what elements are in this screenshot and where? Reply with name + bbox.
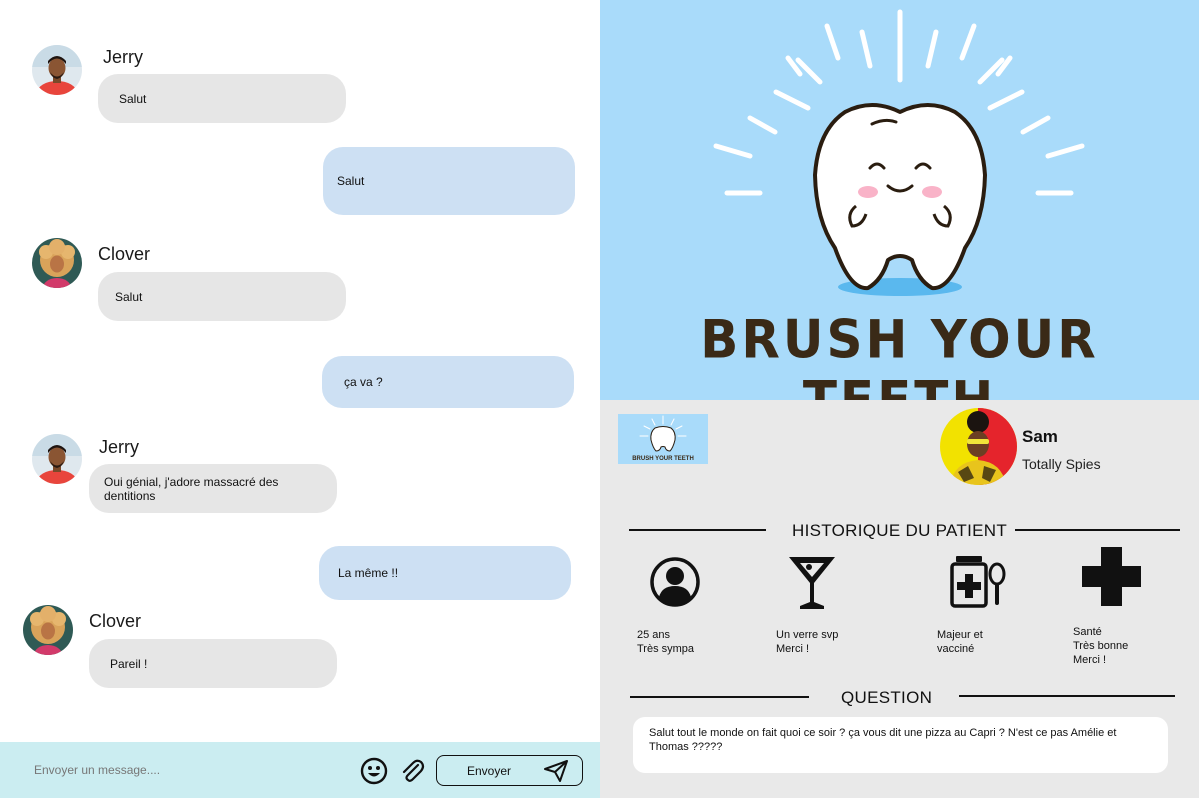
banner-title: BRUSH YOUR TEETH	[700, 309, 1099, 400]
profile-subtitle: Totally Spies	[1022, 456, 1101, 472]
history-line: vacciné	[937, 643, 975, 655]
outgoing-message-bubble: La même !!	[319, 546, 571, 600]
patient-info-panel: BRUSH YOUR TEETH Sam Totally Spies HISTO…	[600, 400, 1199, 798]
history-line: Merci !	[1073, 654, 1106, 666]
clover-avatar[interactable]	[32, 238, 82, 288]
message-text: ça va ?	[344, 375, 383, 389]
history-line: Santé	[1073, 626, 1102, 638]
send-button[interactable]: Envoyer	[436, 755, 583, 786]
message-text: Salut	[119, 91, 147, 106]
question-text: Salut tout le monde on fait quoi ce soir…	[649, 727, 1117, 753]
history-item-age: 25 ans Très sympa	[637, 628, 694, 656]
profile-name: Sam	[1022, 427, 1058, 446]
paperclip-icon[interactable]	[398, 757, 426, 785]
incoming-message-bubble: Salut	[98, 272, 346, 321]
outgoing-message-bubble: ça va ?	[322, 356, 574, 408]
outgoing-message-bubble: Salut	[323, 147, 575, 215]
medicine-icon	[950, 556, 1006, 608]
message-text: Salut	[115, 289, 143, 304]
divider	[630, 696, 809, 698]
sam-avatar[interactable]	[940, 408, 1017, 485]
send-icon	[544, 760, 568, 782]
history-title: HISTORIQUE DU PATIENT	[792, 521, 1008, 540]
jerry-avatar[interactable]	[32, 434, 82, 484]
message-text: La même !!	[338, 566, 399, 580]
divider	[1015, 529, 1180, 531]
message-input[interactable]	[20, 756, 340, 784]
brush-teeth-banner: BRUSH YOUR TEETH	[600, 0, 1199, 400]
history-line: Très sympa	[637, 643, 695, 655]
question-title: QUESTION	[841, 688, 933, 707]
incoming-message-bubble: Salut	[98, 74, 346, 123]
history-line: 25 ans	[637, 629, 671, 641]
history-item-drink: Un verre svp Merci !	[776, 628, 838, 656]
tooth-illustration	[713, 9, 1085, 296]
user-icon	[650, 557, 700, 607]
question-message: Salut tout le monde on fait quoi ce soir…	[633, 717, 1168, 773]
message-text: Pareil !	[110, 656, 148, 671]
divider	[629, 529, 766, 531]
sender-name: Jerry	[103, 47, 143, 67]
history-item-vaccine: Majeur et vacciné	[937, 628, 983, 656]
message-text: Oui génial, j'adore massacré des dentiti…	[104, 474, 279, 503]
history-item-health: Santé Très bonne Merci !	[1073, 625, 1128, 667]
divider	[959, 695, 1175, 697]
send-button-label: Envoyer	[467, 764, 512, 778]
emoji-icon[interactable]	[360, 757, 388, 785]
history-line: Merci !	[776, 643, 809, 655]
health-cross-icon	[1082, 547, 1141, 606]
brush-teeth-thumbnail[interactable]: BRUSH YOUR TEETH	[618, 414, 708, 464]
sender-name: Clover	[98, 244, 151, 264]
incoming-message-bubble: Pareil !	[89, 639, 337, 688]
history-line: Très bonne	[1073, 640, 1129, 652]
message-text: Salut	[337, 174, 365, 188]
chat-panel: Jerry Salut Salut Clover Salut ça va ? J…	[0, 0, 600, 798]
clover-avatar[interactable]	[23, 605, 73, 655]
history-line: Majeur et	[937, 629, 983, 641]
incoming-message-bubble: Oui génial, j'adore massacré des dentiti…	[89, 464, 337, 513]
cocktail-icon	[789, 557, 835, 609]
thumbnail-title: BRUSH YOUR TEETH	[632, 456, 694, 462]
history-line: Un verre svp	[776, 629, 839, 641]
jerry-avatar[interactable]	[32, 45, 82, 95]
sender-name: Jerry	[99, 437, 139, 457]
sender-name: Clover	[89, 611, 142, 631]
